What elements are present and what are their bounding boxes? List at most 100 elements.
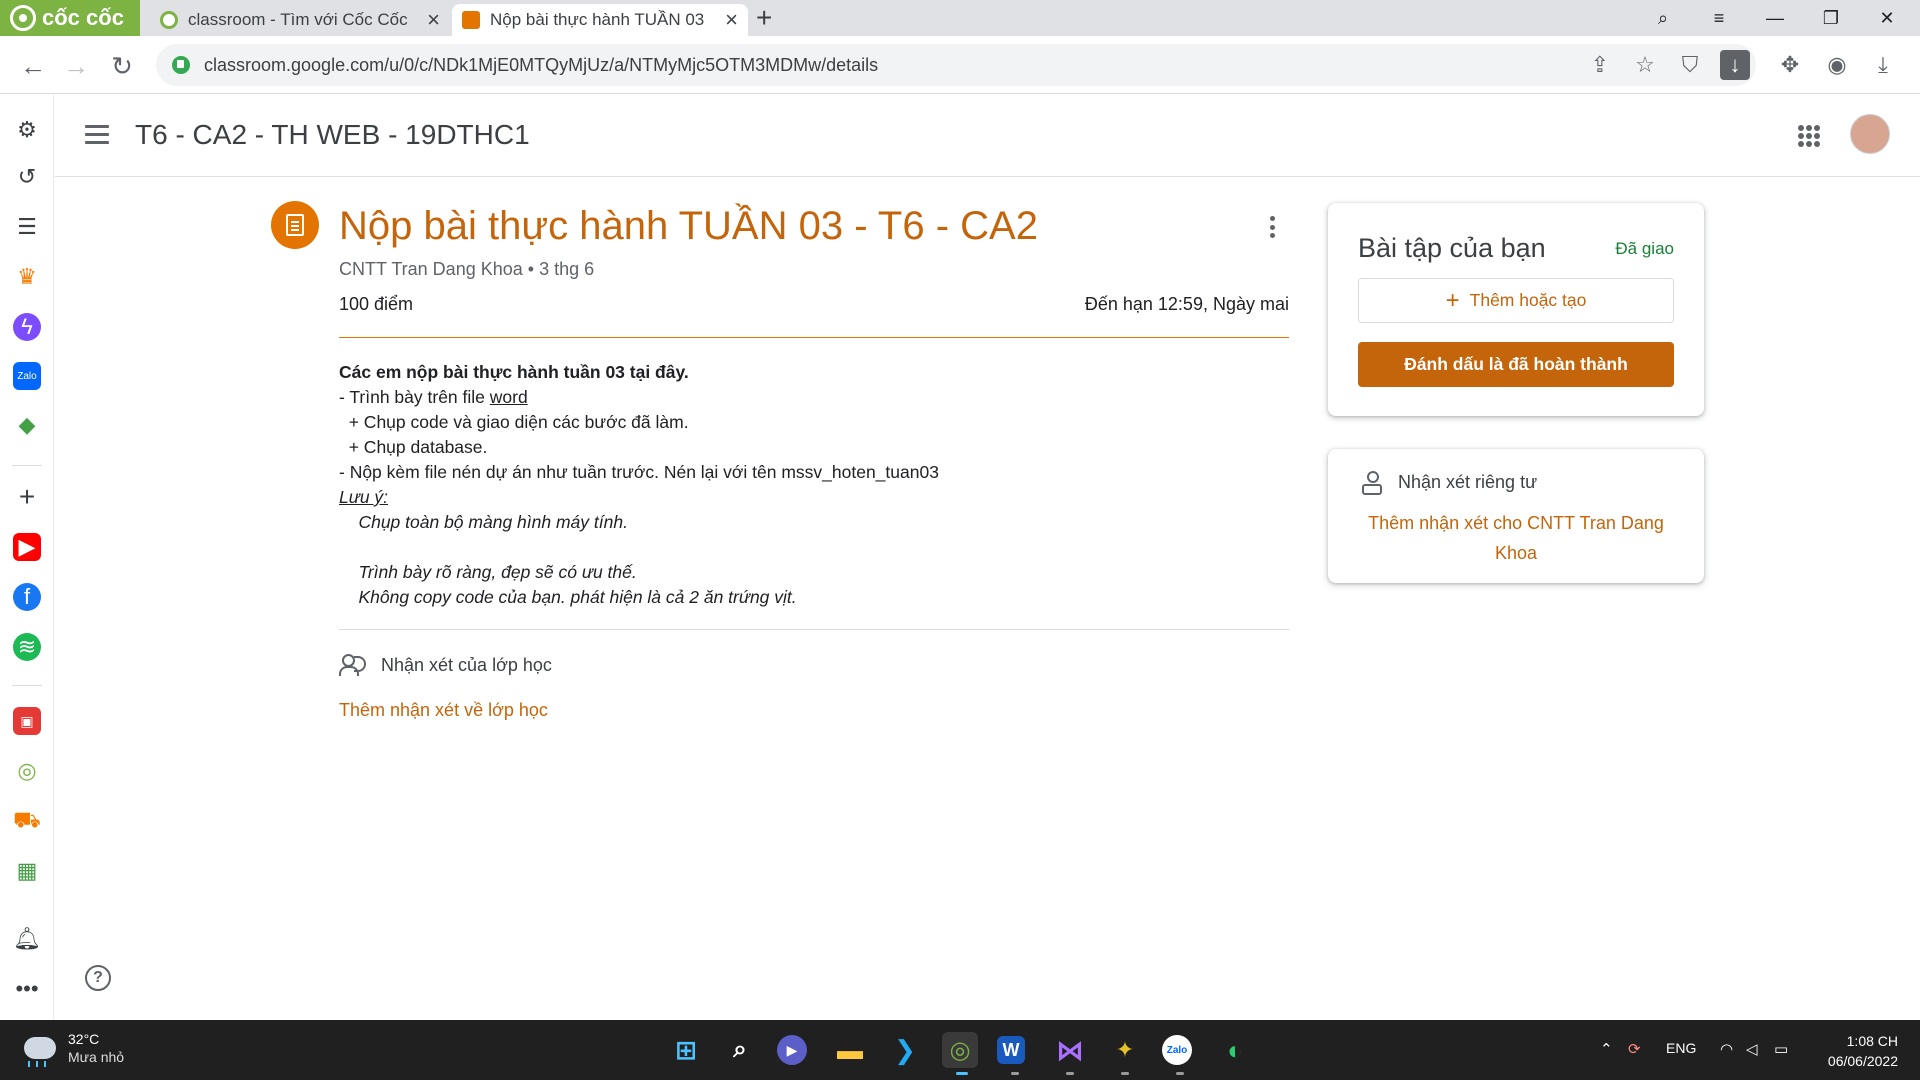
battery-icon[interactable]: ▭ <box>1774 1040 1788 1058</box>
notification-bell-icon[interactable]: 🔔︎ <box>13 925 41 953</box>
wifi-icon[interactable]: ◠ <box>1720 1040 1733 1058</box>
game-controller-icon[interactable]: ◆ <box>13 411 41 439</box>
status-badge: Đã giao <box>1615 239 1674 258</box>
youtube-icon[interactable]: ▶ <box>13 533 41 561</box>
system-clock[interactable]: 1:08 CH 06/06/2022 <box>1828 1031 1898 1071</box>
weather-condition: Mưa nhỏ <box>68 1049 125 1065</box>
update-icon[interactable]: ⟳ <box>1628 1040 1641 1058</box>
your-work-card: Bài tập của bạn Đã giao + Thêm hoặc tạo … <box>1328 203 1704 416</box>
more-options-icon[interactable] <box>1270 216 1276 238</box>
spotify-icon[interactable]: ≋ <box>13 633 41 661</box>
downloads-icon[interactable]: ⤓ <box>1868 50 1898 80</box>
settings-gear-icon[interactable]: ⚙ <box>13 116 41 144</box>
download-manager-icon[interactable]: ↓ <box>1720 50 1750 80</box>
browser-tab-strip: cốc cốc classroom - Tìm với Cốc Cốc × Nộ… <box>0 0 1920 36</box>
description-note: Trình bày rõ ràng, đẹp sẽ có ưu thế. <box>339 562 637 582</box>
more-icon[interactable]: ••• <box>13 975 41 1003</box>
description-heading: Các em nộp bài thực hành tuần 03 tại đây… <box>339 362 689 382</box>
classroom-favicon-icon <box>462 11 480 29</box>
description-line: + Chụp code và giao diện các bước đã làm… <box>339 412 689 432</box>
description-note-label: Lưu ý: <box>339 487 389 507</box>
classroom-header: T6 - CA2 - TH WEB - 19DTHC1 <box>55 95 1920 177</box>
tab-classroom-search[interactable]: classroom - Tìm với Cốc Cốc × <box>150 4 450 36</box>
visual-studio-icon[interactable]: ⋈ <box>1052 1032 1088 1068</box>
history-icon[interactable]: ↺ <box>13 163 41 191</box>
start-icon[interactable]: ⊞ <box>668 1032 704 1068</box>
add-sidebar-app-icon[interactable]: + <box>13 481 41 512</box>
file-explorer-icon[interactable]: ▬ <box>832 1032 868 1068</box>
tab-title: classroom - Tìm với Cốc Cốc <box>188 10 408 29</box>
main-menu-icon[interactable] <box>85 125 109 145</box>
zalo-icon[interactable]: Zalo <box>1162 1035 1192 1065</box>
url-text[interactable]: classroom.google.com/u/0/c/NDk1MjE0MTQyM… <box>204 55 878 76</box>
spreadsheet-icon[interactable]: ▦ <box>13 857 41 885</box>
volume-icon[interactable]: ◁ <box>1746 1040 1758 1058</box>
vscode-icon[interactable]: ❯ <box>887 1032 923 1068</box>
class-name-link[interactable]: T6 - CA2 - TH WEB - 19DTHC1 <box>135 119 530 151</box>
windows-taskbar: 32°C Mưa nhỏ ⊞ ⌕ ▶ ▬ ❯ ◎ W ⋈ ✦ Zalo ◐ ⌃ … <box>0 1020 1920 1080</box>
new-tab-icon[interactable]: + <box>756 2 772 34</box>
private-comments-title: Nhận xét riêng tư <box>1398 471 1538 492</box>
bookmark-star-icon[interactable]: ☆ <box>1630 50 1660 80</box>
assignment-author: CNTT Tran Dang Khoa <box>339 259 523 279</box>
weather-widget[interactable]: 32°C Mưa nhỏ <box>24 1030 125 1067</box>
add-class-comment-link[interactable]: Thêm nhận xét về lớp học <box>339 700 548 721</box>
forward-icon[interactable]: → <box>56 46 96 86</box>
app-icon[interactable]: ✦ <box>1107 1032 1143 1068</box>
assignment-posted-date: 3 thg 6 <box>539 259 595 279</box>
tab-close-icon[interactable]: × <box>427 7 440 33</box>
crown-icon[interactable]: ♛ <box>13 263 41 291</box>
tab-close-icon[interactable]: × <box>725 7 738 33</box>
search-tabs-icon[interactable]: ⌕ <box>1640 0 1686 36</box>
word-icon[interactable]: W <box>997 1036 1025 1064</box>
back-icon[interactable]: ← <box>13 46 53 86</box>
running-indicator <box>1011 1072 1019 1075</box>
browser-brand-button[interactable]: cốc cốc <box>0 0 140 36</box>
person-icon <box>1362 471 1382 495</box>
show-hidden-icons-icon[interactable]: ⌃ <box>1600 1040 1613 1058</box>
running-indicator <box>1121 1072 1129 1075</box>
running-indicator <box>1066 1072 1074 1075</box>
reading-list-icon[interactable]: ☰ <box>13 213 41 241</box>
class-comments-label: Nhận xét của lớp học <box>381 654 552 675</box>
address-bar[interactable]: classroom.google.com/u/0/c/NDk1MjE0MTQyM… <box>156 44 1756 86</box>
language-indicator[interactable]: ENG <box>1666 1040 1696 1056</box>
class-comments-header: Nhận xét của lớp học <box>339 654 552 676</box>
mark-as-done-button[interactable]: Đánh dấu là đã hoàn thành <box>1358 342 1674 387</box>
edge-icon[interactable]: ◐ <box>1217 1032 1253 1068</box>
shopping-bag-icon[interactable]: ▣ <box>13 707 41 735</box>
minimize-icon[interactable]: — <box>1752 0 1798 36</box>
share-icon[interactable]: ⇪ <box>1585 50 1615 80</box>
extensions-icon[interactable]: ✥ <box>1775 50 1805 80</box>
search-icon[interactable]: ⌕ <box>722 1032 758 1068</box>
tab-list-icon[interactable]: ≡ <box>1696 0 1742 36</box>
reload-icon[interactable]: ↻ <box>102 46 142 86</box>
cart-icon[interactable]: ⛟ <box>13 807 41 835</box>
running-indicator <box>1176 1072 1184 1075</box>
description-note: Không copy code của bạn. phát hiện là cả… <box>339 587 797 607</box>
facebook-icon[interactable]: f <box>13 583 41 611</box>
tab-assignment[interactable]: Nộp bài thực hành TUẦN 03 × <box>452 4 748 36</box>
account-avatar[interactable] <box>1850 114 1890 154</box>
description-word-link: word <box>489 387 528 407</box>
chat-icon[interactable]: ▶ <box>777 1035 807 1065</box>
messenger-icon[interactable]: ϟ <box>13 313 41 341</box>
sidebar-divider <box>12 465 42 466</box>
secure-lock-icon[interactable] <box>172 56 190 74</box>
google-apps-icon[interactable] <box>1798 125 1820 147</box>
add-private-comment-link[interactable]: Thêm nhận xét cho CNTT Tran Dang Khoa <box>1348 508 1684 568</box>
header-divider <box>339 337 1289 338</box>
zalo-icon[interactable]: Zalo <box>13 362 41 390</box>
help-icon[interactable]: ? <box>85 965 111 991</box>
coccoc-logo-icon <box>10 5 36 31</box>
coccoc-icon[interactable]: ◎ <box>942 1032 978 1068</box>
coccoc-extension-icon[interactable]: ◎ <box>13 757 41 785</box>
shield-icon[interactable]: ⛉ <box>1675 50 1705 80</box>
add-or-create-button[interactable]: + Thêm hoặc tạo <box>1358 278 1674 323</box>
add-or-create-label: Thêm hoặc tạo <box>1469 290 1587 310</box>
coccoc-favicon-icon <box>160 11 178 29</box>
close-window-icon[interactable]: ✕ <box>1864 0 1910 36</box>
profile-icon[interactable]: ◉ <box>1822 50 1852 80</box>
private-comments-header: Nhận xét riêng tư <box>1362 471 1538 495</box>
restore-icon[interactable]: ❐ <box>1808 0 1854 36</box>
